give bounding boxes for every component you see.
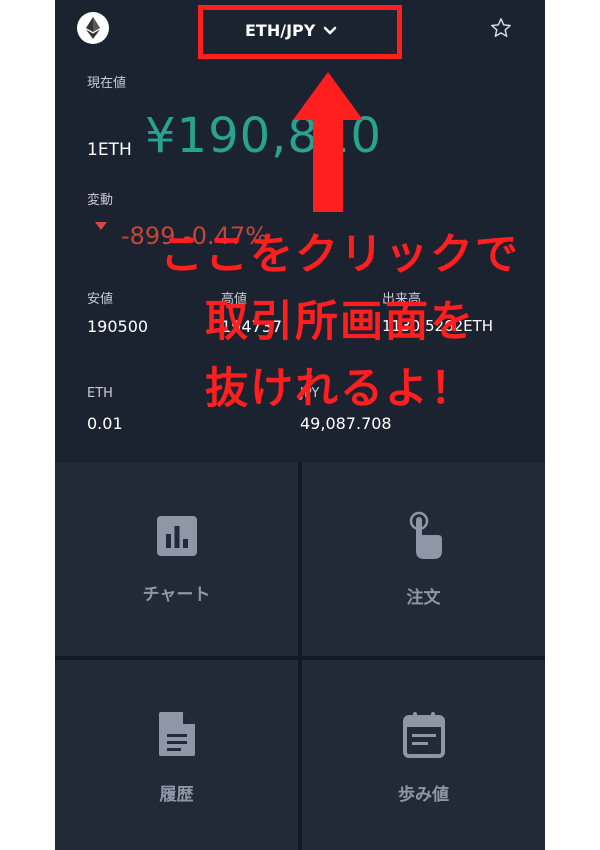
calendar-icon: [402, 710, 446, 762]
tap-hand-icon: [402, 511, 446, 565]
current-price-label: 現在値: [87, 76, 127, 91]
trades-button[interactable]: 歩み値: [302, 660, 545, 850]
eth-balance-value: 0.01: [87, 414, 123, 433]
chart-button-label: チャート: [142, 584, 211, 605]
annotation-highlight-box: [198, 5, 402, 59]
annotation-up-arrow-icon: [293, 72, 363, 216]
down-triangle-icon: [95, 222, 107, 230]
change-label: 変動: [87, 193, 114, 208]
document-icon: [157, 710, 197, 762]
low-label: 安値: [87, 292, 114, 307]
low-value: 190500: [87, 317, 149, 336]
annotation-line-1: ここをクリックで: [160, 230, 520, 280]
history-button-label: 履歴: [159, 784, 194, 805]
price-unit: 1ETH: [87, 140, 132, 160]
menu-grid: チャート 注文 履歴 歩み値: [55, 462, 545, 850]
ethereum-logo-icon: [77, 12, 109, 44]
eth-balance-label: ETH: [87, 386, 113, 401]
chart-button[interactable]: チャート: [55, 462, 298, 656]
trades-button-label: 歩み値: [398, 784, 449, 805]
annotation-line-2: 取引所画面を: [205, 297, 475, 347]
annotation-line-3: 抜けれるよ！: [205, 364, 475, 414]
star-icon[interactable]: [487, 14, 515, 42]
bar-chart-icon: [155, 514, 199, 562]
order-button-label: 注文: [406, 587, 441, 608]
order-button[interactable]: 注文: [302, 462, 545, 656]
history-button[interactable]: 履歴: [55, 660, 298, 850]
annotation-text: ここをクリックで 取引所画面を 抜けれるよ！: [140, 222, 540, 423]
